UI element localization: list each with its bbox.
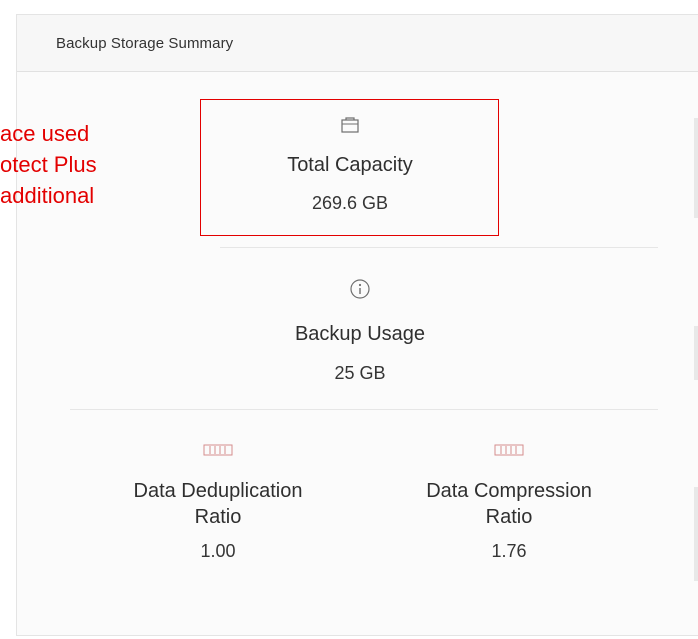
total-capacity-value: 269.6 GB bbox=[311, 193, 389, 213]
divider-top bbox=[220, 247, 658, 248]
data-compression-ratio-value: 1.76 bbox=[491, 541, 527, 561]
total-capacity-metric: Total Capacity 269.6 GB bbox=[210, 116, 490, 216]
ratio-icon bbox=[203, 444, 233, 456]
data-deduplication-ratio-label: Data Deduplication Ratio bbox=[133, 480, 303, 528]
backup-usage-value: 25 GB bbox=[334, 363, 386, 383]
folder-icon bbox=[341, 117, 359, 133]
panel-header: Backup Storage Summary bbox=[17, 15, 698, 72]
data-compression-ratio-metric: Data Compression Ratio 1.76 bbox=[369, 443, 649, 564]
panel-title: Backup Storage Summary bbox=[56, 35, 234, 52]
right-edge-card-stub bbox=[694, 118, 698, 218]
ratio-icon bbox=[494, 444, 524, 456]
backup-usage-label: Backup Usage bbox=[294, 323, 426, 345]
data-compression-ratio-label: Data Compression Ratio bbox=[426, 480, 592, 528]
total-capacity-label: Total Capacity bbox=[287, 154, 413, 176]
right-edge-card-stub bbox=[694, 487, 698, 581]
data-deduplication-ratio-metric: Data Deduplication Ratio 1.00 bbox=[78, 443, 358, 564]
right-edge-card-stub bbox=[694, 326, 698, 380]
screen: Backup Storage Summary ace used otect Pl… bbox=[0, 0, 698, 639]
divider-bottom bbox=[70, 409, 658, 410]
backup-usage-metric: Backup Usage 25 GB bbox=[220, 277, 500, 386]
info-icon bbox=[350, 279, 370, 299]
annotation-callout-text: ace used otect Plus additional bbox=[0, 121, 97, 208]
data-deduplication-ratio-value: 1.00 bbox=[200, 541, 236, 561]
